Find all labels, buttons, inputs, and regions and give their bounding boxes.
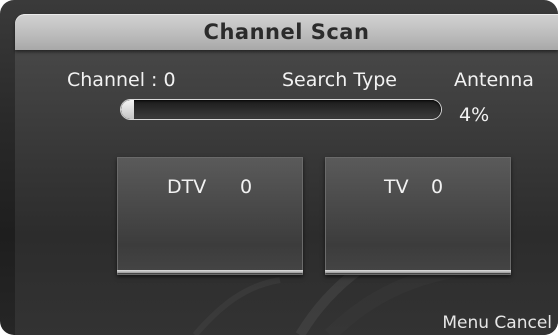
search-type-label: Search Type [282, 69, 397, 91]
tv-count: 0 [431, 176, 444, 198]
dialog-title: Channel Scan [203, 20, 370, 44]
scan-progress-fill [121, 100, 134, 119]
tv-result-box [325, 157, 511, 275]
tv-label: TV [384, 176, 409, 198]
scan-progress-bar [121, 100, 441, 119]
footer-hint: Menu Cancel [442, 313, 552, 333]
cancel-action-label[interactable]: Cancel [494, 313, 552, 333]
channel-scan-screen: Channel Scan Channel : 0 Search Type Ant… [0, 0, 558, 335]
dtv-label: DTV [167, 176, 207, 198]
dtv-result-box [117, 157, 303, 275]
dtv-count: 0 [240, 176, 253, 198]
scan-progress-percent: 4% [459, 104, 490, 126]
tv-box-highlight [325, 270, 511, 273]
channel-label: Channel : 0 [67, 69, 176, 91]
menu-key-label[interactable]: Menu [442, 313, 489, 333]
dtv-box-highlight [117, 270, 303, 273]
search-type-value: Antenna [454, 69, 534, 91]
